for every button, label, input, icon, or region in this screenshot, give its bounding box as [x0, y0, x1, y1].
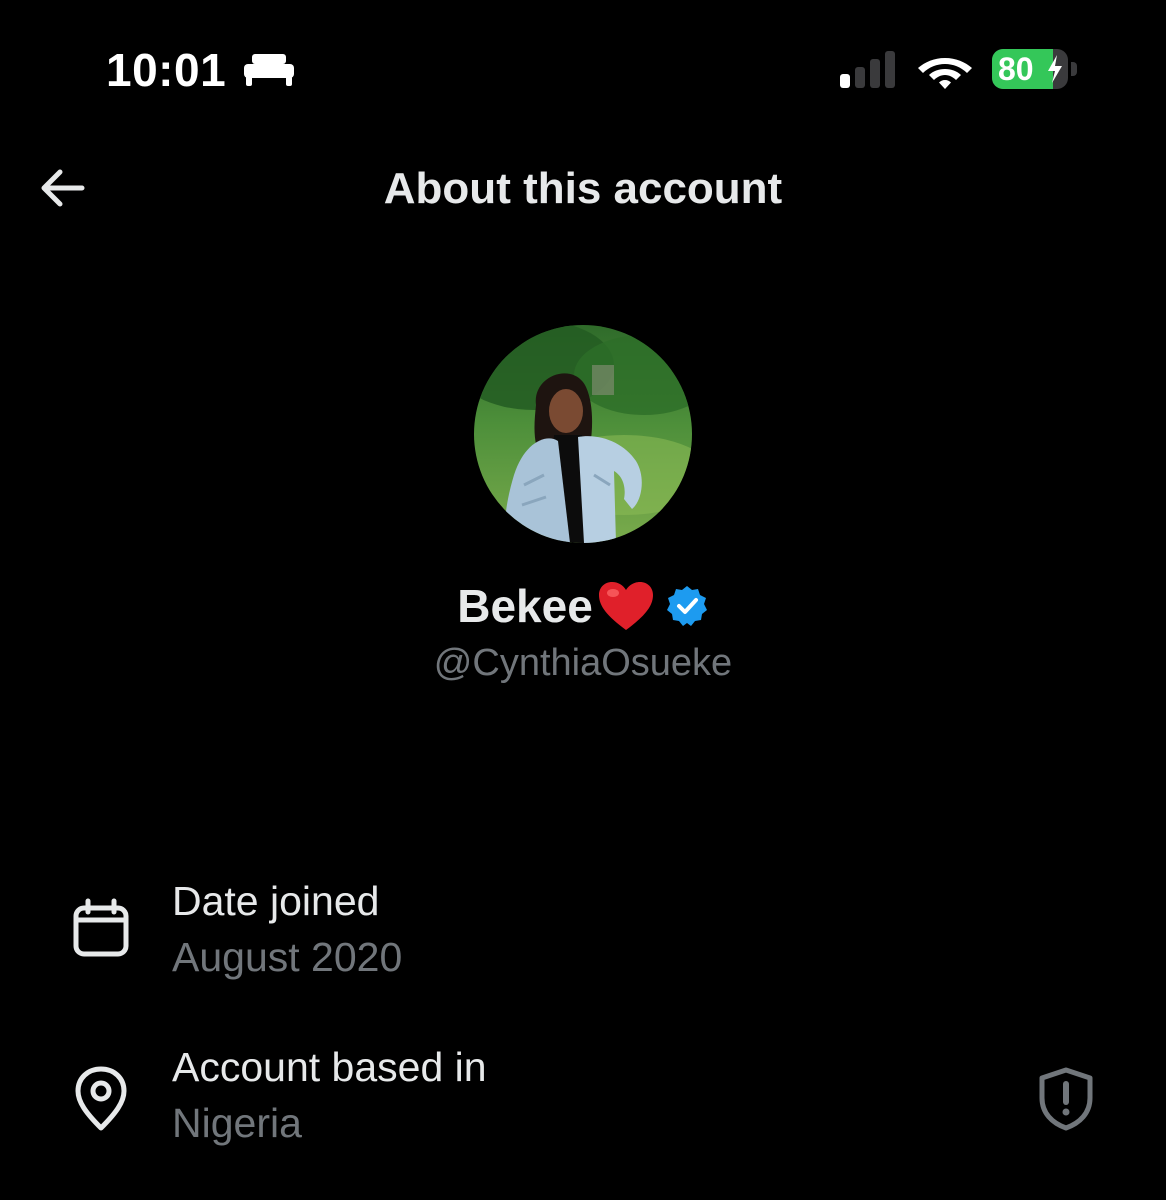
calendar-icon [73, 898, 129, 957]
date-joined-label: Date joined [172, 878, 380, 924]
display-name: Bekee [457, 580, 593, 632]
handle: @CynthiaOsueke [433, 642, 733, 684]
bed-icon [244, 54, 294, 86]
shield-alert-icon[interactable] [1036, 1066, 1096, 1132]
account-based-in-label: Account based in [172, 1044, 487, 1090]
date-joined-value: August 2020 [172, 934, 403, 980]
wifi-icon [918, 58, 972, 89]
status-time: 10:01 [106, 44, 227, 96]
account-based-in-row: Account based in Nigeria [0, 1040, 1166, 1160]
page-title: About this account [383, 164, 783, 213]
battery-percent: 80 [998, 51, 1034, 87]
verified-badge-icon [666, 586, 707, 626]
signal-icon [840, 51, 895, 88]
date-joined-row: Date joined August 2020 [0, 874, 1166, 994]
heart-emoji-icon [598, 582, 653, 630]
charging-bolt-icon [1048, 55, 1062, 83]
battery-charging-icon: 80 [992, 49, 1078, 89]
avatar[interactable] [474, 325, 692, 543]
profile-photo [474, 325, 692, 543]
location-pin-icon [75, 1066, 127, 1131]
name-row: Bekee [0, 574, 1166, 638]
account-based-in-value: Nigeria [172, 1100, 302, 1146]
